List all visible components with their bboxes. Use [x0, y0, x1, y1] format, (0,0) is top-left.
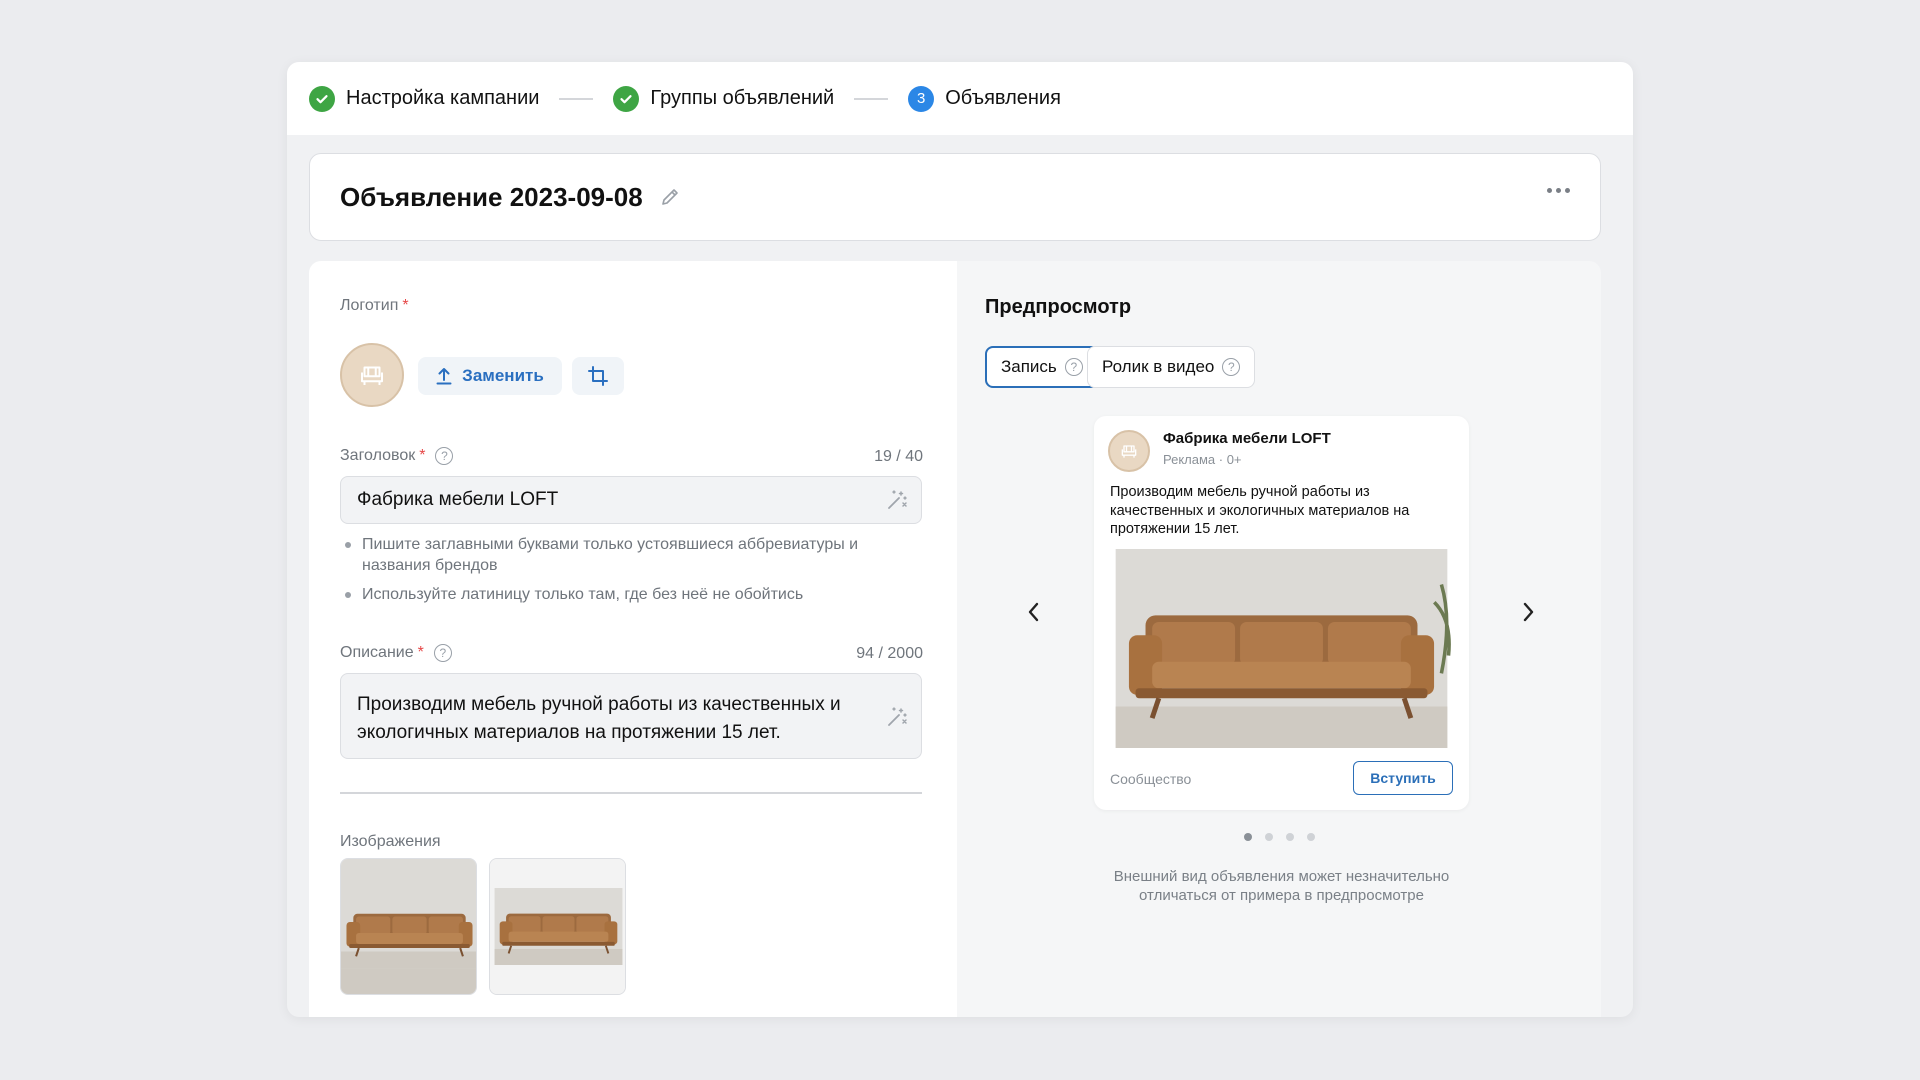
headline-label: Заголовок* ?	[340, 447, 453, 465]
headline-counter: 19 / 40	[874, 448, 923, 466]
step-separator	[559, 98, 593, 100]
avatar	[1108, 430, 1150, 472]
pencil-icon[interactable]	[659, 186, 681, 208]
step-campaign-settings[interactable]: Настройка кампании	[309, 86, 539, 112]
question-circle-icon[interactable]: ?	[435, 447, 453, 465]
hint-item: Пишите заглавными буквами только устоявш…	[340, 534, 922, 576]
pagination-dot[interactable]	[1307, 833, 1315, 841]
preview-title: Предпросмотр	[985, 296, 1131, 319]
next-slide-button[interactable]	[1514, 598, 1542, 626]
post-brand-name: Фабрика мебели LOFT	[1163, 430, 1331, 447]
post-text: Производим мебель ручной работы из качес…	[1110, 483, 1455, 539]
headline-value: Фабрика мебели LOFT	[357, 489, 558, 511]
preview-panel: Предпросмотр Запись ? Ролик в видео ? Фа…	[957, 261, 1601, 1017]
campaign-stepper: Настройка кампании Группы объявлений 3 О…	[287, 62, 1633, 135]
crop-logo-button[interactable]	[572, 357, 624, 395]
step-ads[interactable]: 3 Объявления	[908, 86, 1061, 112]
replace-logo-label: Заменить	[462, 366, 544, 386]
replace-logo-button[interactable]: Заменить	[418, 357, 562, 395]
step-label: Группы объявлений	[650, 87, 834, 110]
step-label: Настройка кампании	[346, 87, 539, 110]
carousel-pagination	[957, 833, 1601, 841]
pagination-dot[interactable]	[1244, 833, 1252, 841]
step-ad-groups[interactable]: Группы объявлений	[613, 86, 834, 112]
pagination-dot[interactable]	[1265, 833, 1273, 841]
magic-wand-icon[interactable]	[885, 705, 909, 729]
magic-wand-icon[interactable]	[885, 488, 909, 512]
post-meta: Реклама · 0+	[1163, 452, 1242, 467]
chevron-right-icon	[1520, 600, 1536, 624]
step-number-badge: 3	[908, 86, 934, 112]
image-thumbnail[interactable]	[340, 858, 477, 995]
section-divider	[340, 792, 922, 794]
headline-input[interactable]: Фабрика мебели LOFT	[340, 476, 922, 524]
check-circle-icon	[309, 86, 335, 112]
post-preview-card: Фабрика мебели LOFT Реклама · 0+ Произво…	[1094, 416, 1469, 810]
sofa-image	[490, 859, 626, 995]
prev-slide-button[interactable]	[1020, 598, 1048, 626]
ad-title-card: Объявление 2023-09-08	[309, 153, 1601, 241]
preview-disclaimer: Внешний вид объявления может незначитель…	[1079, 867, 1484, 905]
ad-title: Объявление 2023-09-08	[340, 182, 643, 213]
headline-hints: Пишите заглавными буквами только устоявш…	[340, 534, 922, 613]
image-thumbnail[interactable]	[489, 858, 626, 995]
hint-item: Используйте латиницу только там, где без…	[340, 584, 922, 605]
step-label: Объявления	[945, 87, 1061, 110]
post-community-label: Сообщество	[1110, 771, 1191, 787]
ad-form-panel: Логотип* Заменить Заголовок* ? 19 / 40 Ф…	[309, 261, 957, 1017]
armchair-logo-icon	[357, 360, 387, 390]
question-circle-icon: ?	[1065, 358, 1083, 376]
check-circle-icon	[613, 86, 639, 112]
sofa-image	[1104, 549, 1459, 748]
step-separator	[854, 98, 888, 100]
tab-label: Запись	[1001, 357, 1057, 377]
pagination-dot[interactable]	[1286, 833, 1294, 841]
description-label: Описание* ?	[340, 644, 452, 662]
question-circle-icon: ?	[1222, 358, 1240, 376]
ad-editor-window: Настройка кампании Группы объявлений 3 О…	[287, 62, 1633, 1017]
more-horizontal-icon[interactable]	[1547, 188, 1570, 193]
armchair-logo-icon	[1119, 441, 1139, 461]
chevron-left-icon	[1026, 600, 1042, 624]
description-textarea[interactable]: Производим мебель ручной работы из качес…	[340, 673, 922, 759]
upload-icon	[436, 367, 452, 385]
crop-icon	[587, 365, 609, 387]
tab-post[interactable]: Запись ?	[985, 346, 1099, 388]
description-value: Производим мебель ручной работы из качес…	[357, 694, 841, 743]
description-counter: 94 / 2000	[856, 645, 923, 663]
question-circle-icon[interactable]: ?	[434, 644, 452, 662]
tab-label: Ролик в видео	[1102, 357, 1214, 377]
images-label: Изображения	[340, 833, 441, 851]
join-button[interactable]: Вступить	[1353, 761, 1453, 795]
sofa-image	[341, 859, 477, 995]
post-image	[1104, 549, 1459, 748]
logo-label: Логотип*	[340, 297, 409, 315]
tab-video-clip[interactable]: Ролик в видео ?	[1087, 346, 1255, 388]
logo-preview	[340, 343, 404, 407]
